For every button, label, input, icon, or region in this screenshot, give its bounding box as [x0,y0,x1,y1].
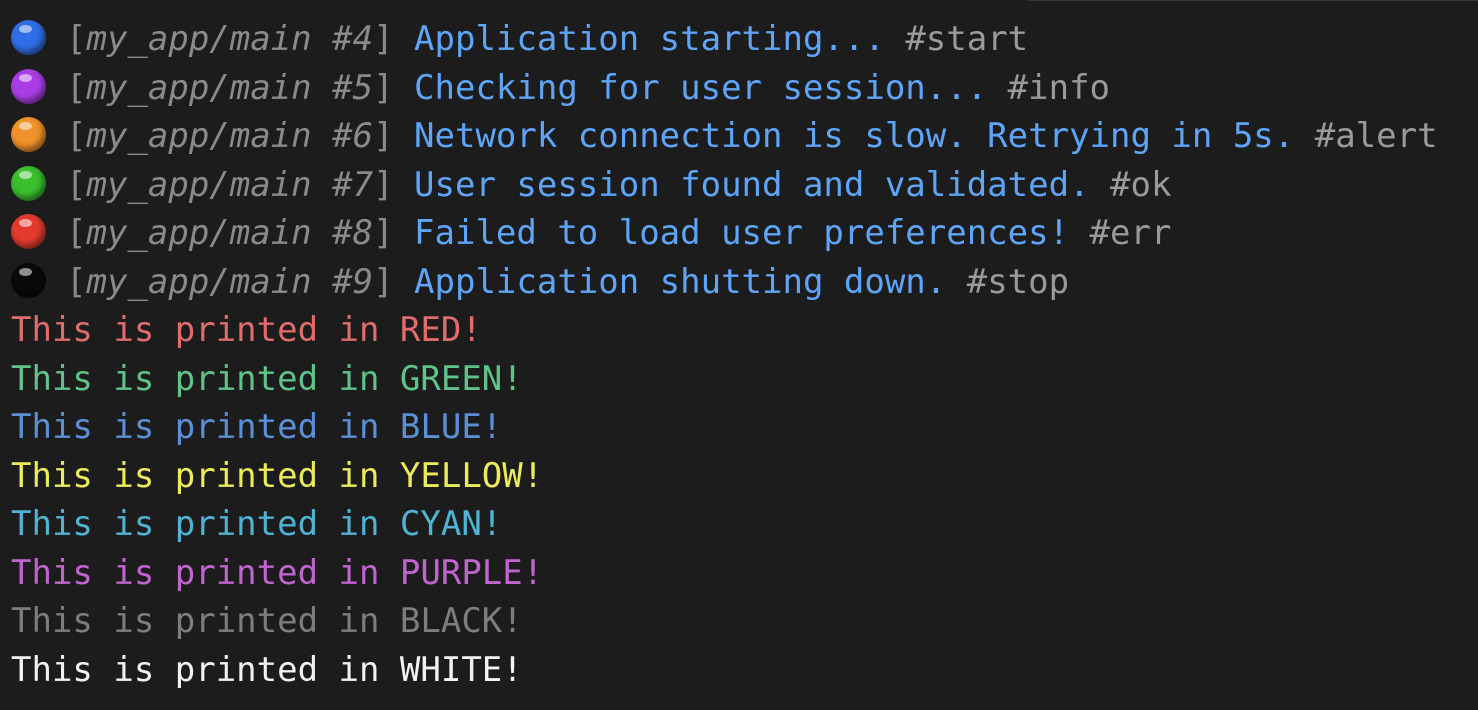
red-circle-icon [11,214,46,249]
log-tag: #stop [966,261,1070,302]
log-line: [my_app/main #5] Checking for user sessi… [11,64,1478,113]
green-circle-icon [11,165,46,201]
log-tag: #err [1089,213,1172,253]
color-line-cyan: This is printed in CYAN! [11,504,503,544]
blue-circle-icon [11,20,46,55]
color-line-green: This is printed in GREEN! [11,358,523,399]
color-line-yellow: This is printed in YELLOW! [11,455,544,496]
log-message: Application starting... [414,19,885,59]
log-line: [my_app/main #6] Network connection is s… [11,112,1478,161]
log-tag: #start [905,19,1029,59]
log-context: my_app/main #4 [86,19,374,59]
color-line-blue: This is printed in BLUE! [11,407,503,447]
open-bracket: [ [66,164,87,205]
color-line-red: This is printed in RED! [11,310,482,350]
log-tag: #alert [1314,116,1438,156]
color-line-white: This is printed in WHITE! [11,649,523,690]
log-message: Checking for user session... [414,67,988,108]
log-message: User session found and validated. [414,164,1090,205]
open-bracket: [ [66,116,87,156]
log-message: Application shutting down. [414,261,947,302]
terminal-output: [my_app/main #4] Application starting...… [0,0,1478,710]
log-context: my_app/main #9 [86,261,374,302]
open-bracket: [ [66,213,87,253]
open-bracket: [ [66,19,87,59]
orange-circle-icon [11,117,46,152]
close-bracket: ] [373,67,394,108]
log-line: [my_app/main #7] User session found and … [11,161,1478,210]
log-line: [my_app/main #4] Application starting...… [11,15,1478,64]
close-bracket: ] [373,19,394,59]
log-message: Failed to load user preferences! [414,213,1070,253]
close-bracket: ] [373,213,394,253]
color-line-black: This is printed in BLACK! [11,601,523,641]
log-context: my_app/main #6 [86,116,374,156]
open-bracket: [ [66,67,87,108]
log-line: [my_app/main #8] Failed to load user pre… [11,209,1478,258]
close-bracket: ] [373,261,394,302]
log-message: Network connection is slow. Retrying in … [414,116,1295,156]
open-bracket: [ [66,261,87,302]
black-circle-icon [11,262,46,298]
log-tag: #info [1007,67,1111,108]
window-edge-line [1028,0,1478,1]
purple-circle-icon [11,68,46,104]
close-bracket: ] [373,116,394,156]
log-line: [my_app/main #9] Application shutting do… [11,258,1478,307]
log-context: my_app/main #7 [86,164,374,205]
close-bracket: ] [373,164,394,205]
log-tag: #ok [1110,164,1172,205]
log-context: my_app/main #8 [86,213,374,253]
color-line-purple: This is printed in PURPLE! [11,552,544,593]
log-context: my_app/main #5 [86,67,374,108]
